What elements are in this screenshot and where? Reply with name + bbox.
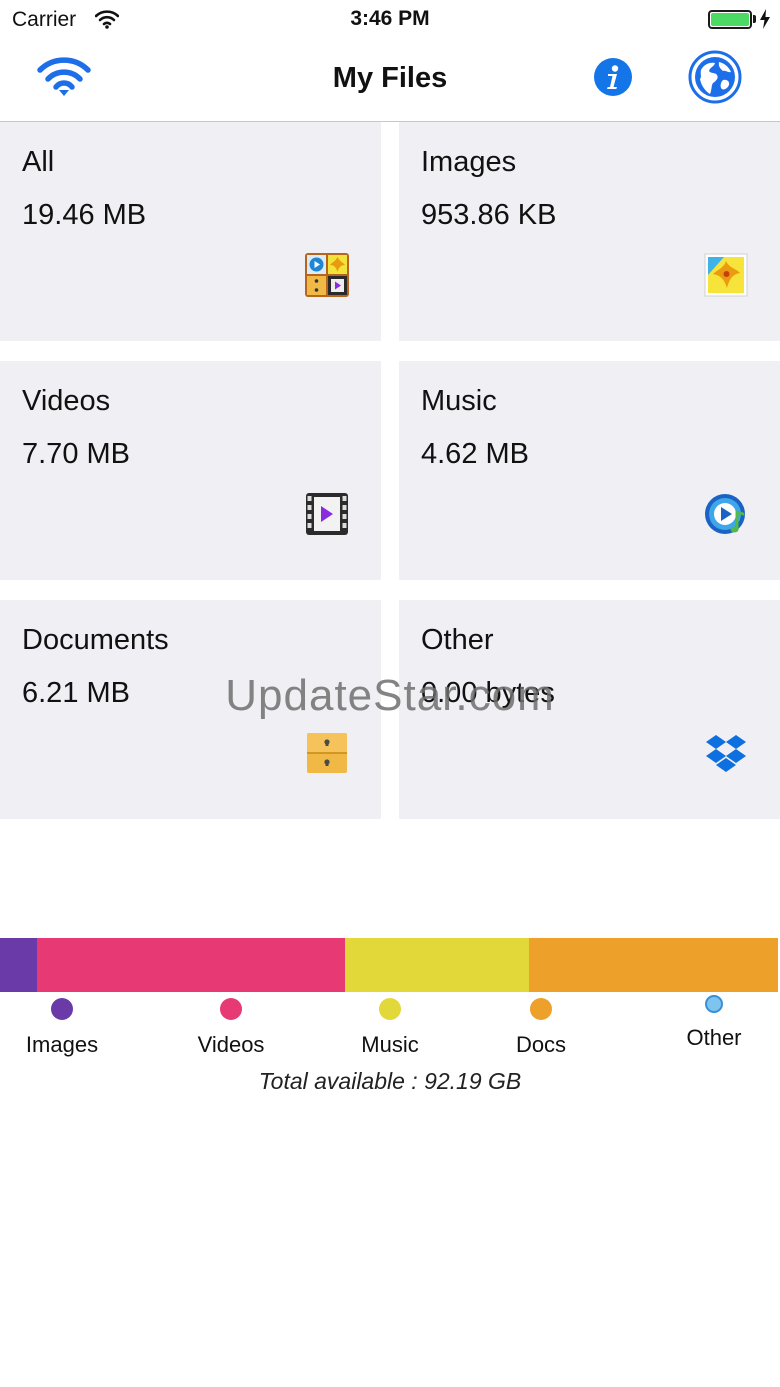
legend-label: Music <box>361 1032 419 1057</box>
tile-label: Music <box>421 385 497 417</box>
storage-segment-videos <box>36 938 345 992</box>
total-available: Total available : 92.19 GB <box>258 1068 522 1094</box>
legend-item-other: Other <box>644 995 780 1051</box>
battery-cap <box>753 15 756 23</box>
charging-bolt-icon <box>760 9 770 29</box>
battery-icon <box>708 10 752 29</box>
storage-segment-docs <box>529 938 778 992</box>
music-icon <box>705 494 745 534</box>
storage-segment-music <box>344 938 530 992</box>
legend-item-music: Music <box>320 995 460 1058</box>
globe-icon[interactable] <box>688 50 742 104</box>
tile-label: Other <box>421 624 494 656</box>
legend-item-images: Images <box>0 995 132 1058</box>
legend-dot-docs <box>530 998 552 1020</box>
page-title: My Files <box>332 62 448 94</box>
storage-usage-bar <box>0 938 778 992</box>
tile-label: All <box>22 146 55 178</box>
category-tile-all[interactable]: All 19.46 MB <box>0 122 381 341</box>
tile-label: Videos <box>22 385 111 417</box>
cabinet-icon <box>307 733 347 773</box>
legend-item-docs: Docs <box>471 995 611 1058</box>
legend-label: Other <box>686 1025 742 1050</box>
tile-size: 953.86 KB <box>421 199 557 231</box>
tile-size: 19.46 MB <box>22 199 147 231</box>
legend-label: Videos <box>197 1032 265 1057</box>
navigation-bar: My Files <box>0 40 780 122</box>
legend-label: Docs <box>515 1032 567 1057</box>
tile-size: 4.62 MB <box>421 438 529 470</box>
dropbox-icon <box>706 735 746 772</box>
film-icon <box>306 493 348 535</box>
tile-label: Documents <box>22 624 169 656</box>
category-tile-music[interactable]: Music 4.62 MB <box>399 361 780 580</box>
storage-legend: Images Videos Music Docs Other <box>0 995 780 1065</box>
category-tile-documents[interactable]: Documents 6.21 MB <box>0 600 381 819</box>
category-tile-images[interactable]: Images 953.86 KB <box>399 122 780 341</box>
tile-label: Images <box>421 146 517 178</box>
legend-dot-other <box>705 995 723 1013</box>
legend-item-videos: Videos <box>161 995 301 1058</box>
info-icon[interactable] <box>594 58 632 96</box>
all-files-icon <box>305 253 349 297</box>
image-icon <box>704 253 748 297</box>
status-bar: Carrier 3:46 PM <box>0 0 780 40</box>
legend-dot-music <box>379 998 401 1020</box>
tile-size: 0.00 bytes <box>421 677 555 709</box>
legend-label: Images <box>25 1032 99 1057</box>
storage-segment-images <box>0 938 37 992</box>
tile-size: 7.70 MB <box>22 438 130 470</box>
status-time: 3:46 PM <box>350 7 430 30</box>
tile-size: 6.21 MB <box>22 677 130 709</box>
legend-dot-images <box>51 998 73 1020</box>
category-tile-other[interactable]: Other 0.00 bytes <box>399 600 780 819</box>
category-tile-videos[interactable]: Videos 7.70 MB <box>0 361 381 580</box>
legend-dot-videos <box>220 998 242 1020</box>
